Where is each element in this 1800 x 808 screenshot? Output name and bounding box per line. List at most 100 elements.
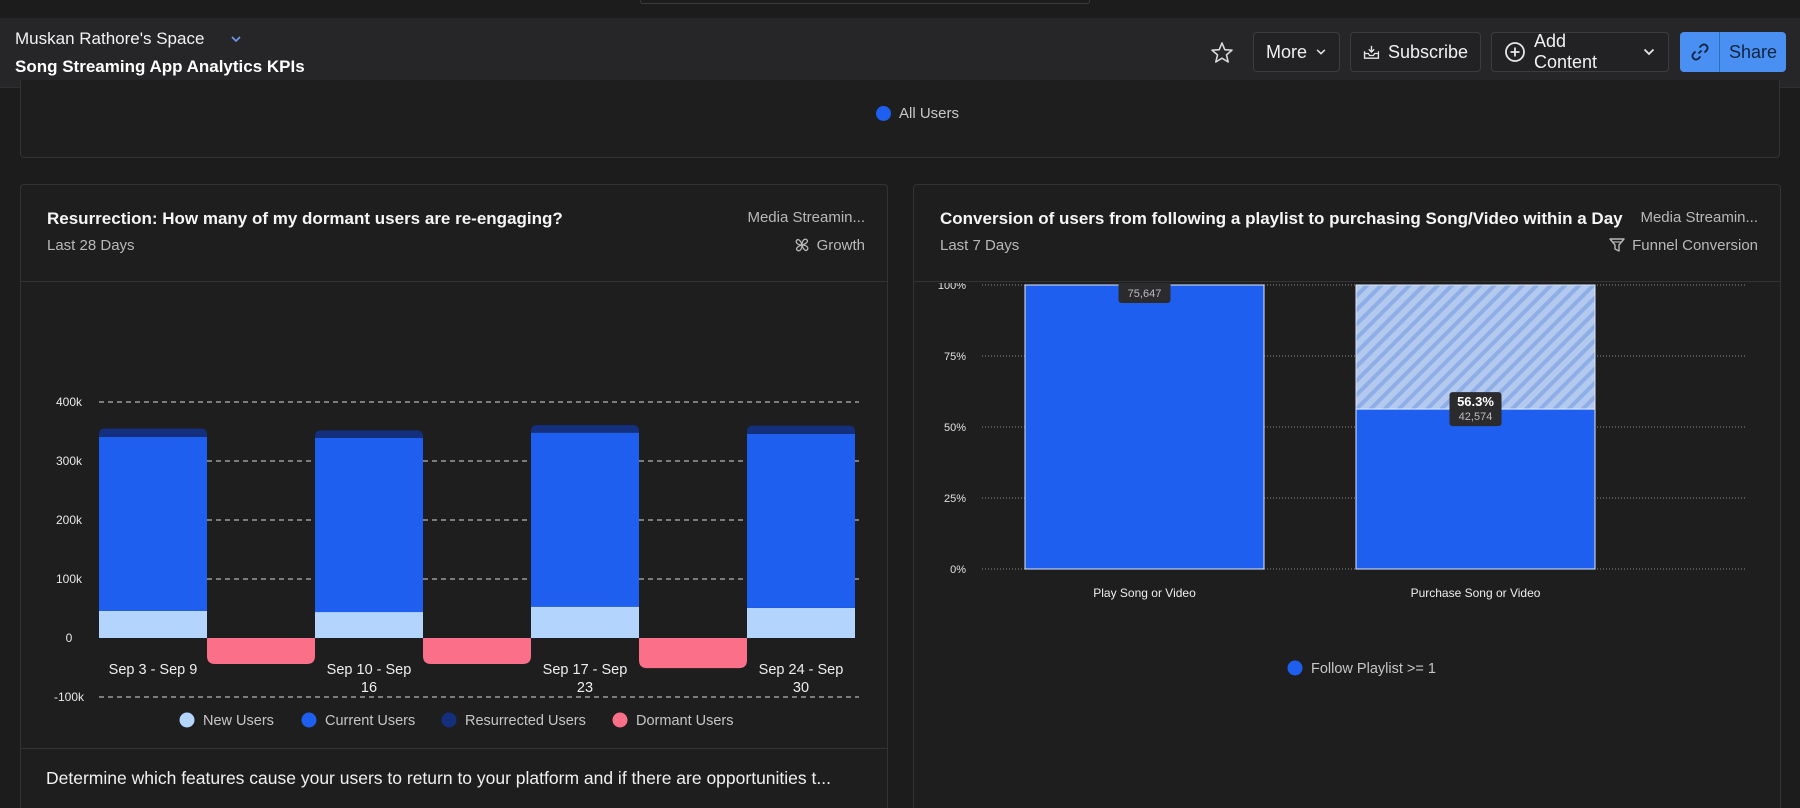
x-tick-label: Purchase Song or Video <box>1411 586 1541 600</box>
data-label-count: 75,647 <box>1128 288 1162 300</box>
y-tick-label: 75% <box>944 351 966 363</box>
x-tick-label: Sep 3 - Sep 9 <box>109 662 198 678</box>
legend-swatch <box>876 106 891 121</box>
y-tick-label: -100k <box>54 690 85 704</box>
legend-item[interactable]: New Users <box>179 712 274 730</box>
card-date-range: Last 7 Days <box>940 237 1020 254</box>
space-name[interactable]: Muskan Rathore's Space <box>15 29 204 49</box>
x-tick-label: Sep 17 - Sep 23 <box>543 662 628 696</box>
bar-segment-resurrected-users <box>99 428 207 437</box>
previous-chart-card: All Users <box>20 80 1780 158</box>
bar-segment-dormant-users <box>423 638 531 664</box>
y-tick-label: 25% <box>944 493 966 505</box>
legend-item[interactable]: All Users <box>876 105 959 122</box>
card-divider <box>21 748 887 749</box>
bar-segment-current-users <box>747 433 855 608</box>
y-tick-label: 0% <box>950 564 966 576</box>
card-divider <box>21 281 887 282</box>
bar-segment-resurrected-users <box>531 425 639 433</box>
card-description[interactable]: Determine which features cause your user… <box>46 768 831 789</box>
chevron-down-icon[interactable] <box>229 32 243 46</box>
legend-label: New Users <box>203 713 274 729</box>
data-label-count: 42,574 <box>1459 411 1493 423</box>
global-search-stub[interactable] <box>640 0 1090 4</box>
data-label-percent: 56.3% <box>1457 394 1494 409</box>
legend-item[interactable]: Current Users <box>301 712 416 730</box>
bar-segment-new-users <box>315 612 423 638</box>
growth-chart[interactable]: -100k 0 100k 200k 300k 400k Sep 3 - Sep 9 Sep 1… <box>21 283 887 747</box>
copy-link-button[interactable] <box>1680 32 1720 72</box>
legend-swatch <box>1287 660 1303 676</box>
legend-item[interactable]: Resurrected Users <box>441 712 586 730</box>
dropoff-bar <box>1355 284 1596 410</box>
card-divider <box>914 281 1780 282</box>
funnel-icon <box>1609 238 1625 252</box>
card-chart-type: Growth <box>793 236 865 254</box>
bar-segment-current-users <box>99 436 207 611</box>
data-label: 100% 75,647 <box>1118 283 1171 303</box>
plus-circle-icon <box>1505 42 1525 62</box>
card-date-range: Last 28 Days <box>47 237 135 254</box>
legend-label: Dormant Users <box>636 713 734 729</box>
legend-label: Current Users <box>325 713 415 729</box>
y-tick-label: 300k <box>56 454 83 468</box>
card-title[interactable]: Resurrection: How many of my dormant use… <box>47 209 563 229</box>
subscribe-button-label: Subscribe <box>1387 41 1468 62</box>
bar-segment-new-users <box>99 610 207 638</box>
legend-swatch <box>612 712 628 728</box>
dashboard-title: Song Streaming App Analytics KPIs <box>15 57 305 76</box>
x-tick-label: Sep 10 - Sep 16 <box>327 662 412 696</box>
more-button[interactable]: More <box>1253 32 1340 72</box>
chevron-down-icon <box>1316 49 1326 55</box>
share-button[interactable]: Share <box>1720 32 1786 72</box>
more-button-label: More <box>1266 41 1308 62</box>
legend-item[interactable]: Dormant Users <box>612 712 734 730</box>
x-tick-label: Play Song or Video <box>1093 586 1196 600</box>
bar-segment-current-users <box>315 437 423 613</box>
legend-label: Follow Playlist >= 1 <box>1311 661 1436 677</box>
bar-segment-new-users <box>747 607 855 638</box>
legend-label: Resurrected Users <box>465 713 586 729</box>
data-label: 56.3% 42,574 <box>1449 392 1502 427</box>
y-tick-label: 100% <box>938 283 966 292</box>
card-title[interactable]: Conversion of users from following a pla… <box>940 209 1623 229</box>
legend-label: All Users <box>899 105 960 122</box>
legend-swatch <box>179 712 195 728</box>
chevron-down-icon <box>1643 48 1655 56</box>
top-strip <box>0 0 1800 18</box>
y-tick-label: 50% <box>944 422 966 434</box>
card-chart-type-label: Funnel Conversion <box>1632 236 1758 254</box>
funnel-chart[interactable]: 0% 25% 50% 75% 100% 100% 75,647 Play Song or Vi… <box>914 283 1780 808</box>
y-tick-label: 200k <box>56 513 83 527</box>
bar-segment-dormant-users <box>207 638 315 664</box>
dashboard-header: Muskan Rathore's Space Song Streaming Ap… <box>0 18 1800 88</box>
conversion-bar <box>1024 284 1265 570</box>
add-content-button[interactable]: Add Content <box>1491 31 1669 72</box>
card-project: Media Streamin... <box>747 209 865 226</box>
bar-segment-dormant-users <box>639 638 747 669</box>
add-content-button-label: Add Content <box>1533 31 1598 72</box>
inbox-download-icon <box>1363 45 1380 59</box>
y-tick-label: 100k <box>56 572 83 586</box>
card-project: Media Streamin... <box>1640 209 1758 226</box>
growth-icon <box>795 238 809 252</box>
y-tick-label: 0 <box>66 631 73 645</box>
funnel-chart-card[interactable]: Conversion of users from following a pla… <box>913 184 1781 808</box>
y-tick-label: 400k <box>56 395 83 409</box>
legend-swatch <box>301 712 317 728</box>
bar-segment-resurrected-users <box>315 430 423 438</box>
legend-item[interactable]: Follow Playlist >= 1 <box>1287 660 1436 678</box>
bar-segment-resurrected-users <box>747 425 855 434</box>
x-tick-label: Sep 24 - Sep 30 <box>759 662 844 696</box>
conversion-bar <box>1355 408 1596 570</box>
legend-swatch <box>441 712 457 728</box>
subscribe-button[interactable]: Subscribe <box>1350 32 1481 72</box>
star-icon[interactable] <box>1209 40 1235 66</box>
data-label-percent: 100% <box>1128 283 1162 286</box>
card-chart-type-label: Growth <box>816 236 865 254</box>
resurrection-chart-card[interactable]: Resurrection: How many of my dormant use… <box>20 184 888 808</box>
link-icon <box>1691 43 1708 61</box>
card-chart-type: Funnel Conversion <box>1608 236 1758 254</box>
share-button-group: Share <box>1680 32 1786 72</box>
bar-segment-new-users <box>531 606 639 638</box>
